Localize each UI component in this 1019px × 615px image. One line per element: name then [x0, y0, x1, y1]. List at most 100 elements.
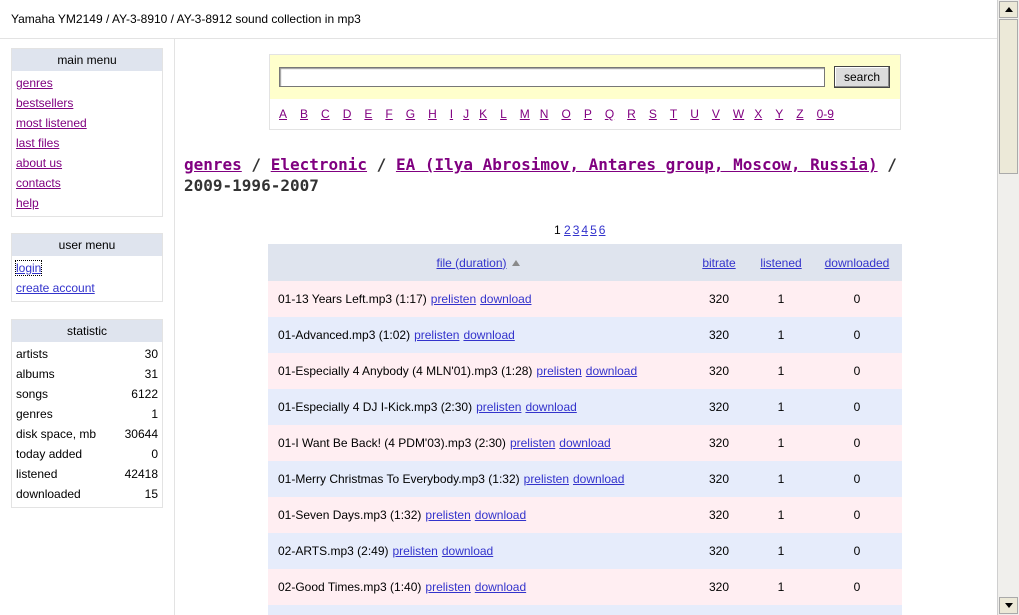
prelisten-link[interactable]: prelisten — [414, 328, 459, 342]
search-input[interactable] — [279, 67, 825, 87]
menu-item-bestsellers[interactable]: bestsellers — [16, 96, 73, 110]
sort-bitrate-link[interactable]: bitrate — [702, 256, 735, 270]
stat-row-genres: genres 1 — [12, 404, 162, 424]
page-link[interactable]: 3 — [573, 223, 580, 237]
cell-file: 02-Good Times.mp3 (1:40) prelisten downloa… — [268, 580, 688, 594]
download-link[interactable]: download — [525, 400, 576, 414]
page-link[interactable]: 6 — [599, 223, 606, 237]
letter-link[interactable]: Y — [775, 107, 783, 121]
letter-link[interactable]: F — [385, 107, 392, 121]
sort-listened-link[interactable]: listened — [760, 256, 801, 270]
download-link[interactable]: download — [586, 364, 637, 378]
menu-item-most-listened[interactable]: most listened — [16, 116, 87, 130]
letter-link[interactable]: P — [584, 107, 592, 121]
download-link[interactable]: download — [573, 472, 624, 486]
page-link[interactable]: 2 — [564, 223, 571, 237]
search-panel: search A B C D E F G H I J K L M N O P Q R S T U V W X Y Z 0-9 — [269, 54, 901, 130]
letter-link[interactable]: J — [463, 107, 469, 121]
stat-label: downloaded — [16, 487, 81, 501]
scroll-up-button[interactable] — [999, 1, 1018, 18]
prelisten-link[interactable]: prelisten — [393, 544, 438, 558]
stat-row-albums: albums 31 — [12, 364, 162, 384]
prelisten-link[interactable]: prelisten — [510, 436, 555, 450]
breadcrumb: genres / Electronic / EA (Ilya Abrosimov… — [184, 154, 904, 196]
cell-downloaded: 0 — [853, 580, 861, 594]
main-menu: main menu genres bestsellers most listen… — [11, 48, 163, 217]
download-link[interactable]: download — [559, 436, 610, 450]
download-link[interactable]: download — [463, 328, 514, 342]
table-row: 01-Especially 4 Anybody (4 MLN'01).mp3 (… — [268, 353, 902, 389]
stat-value: 0 — [151, 447, 158, 461]
statistic-box: statistic artists 30 albums 31 songs 6122 g… — [11, 319, 163, 508]
prelisten-link[interactable]: prelisten — [425, 580, 470, 594]
letter-link[interactable]: H — [428, 107, 437, 121]
page-link[interactable]: 4 — [581, 223, 588, 237]
letter-link[interactable]: M — [520, 107, 530, 121]
letter-link[interactable]: K — [479, 107, 487, 121]
cell-bitrate: 320 — [708, 400, 730, 414]
stat-row-today-added: today added 0 — [12, 444, 162, 464]
scroll-down-button[interactable] — [999, 597, 1018, 614]
download-link[interactable]: download — [480, 292, 531, 306]
letter-link[interactable]: R — [627, 107, 636, 121]
prelisten-link[interactable]: prelisten — [476, 400, 521, 414]
cell-file: 01-Advanced.mp3 (1:02) prelisten download — [268, 328, 688, 342]
login-link[interactable]: login — [14, 260, 43, 276]
letter-link[interactable]: E — [364, 107, 372, 121]
letter-link[interactable]: X — [754, 107, 762, 121]
letter-link[interactable]: W — [733, 107, 744, 121]
letter-link[interactable]: 0-9 — [817, 107, 834, 121]
user-menu: user menu login create account — [11, 233, 163, 302]
letter-link[interactable]: U — [690, 107, 699, 121]
file-name: 01-Especially 4 DJ I-Kick.mp3 (2:30) — [278, 400, 473, 414]
letter-link[interactable]: O — [561, 107, 570, 121]
breadcrumb-electronic[interactable]: Electronic — [271, 155, 367, 174]
letter-link[interactable]: V — [712, 107, 720, 121]
download-link[interactable]: download — [475, 508, 526, 522]
letter-link[interactable]: T — [670, 107, 677, 121]
letter-link[interactable]: S — [649, 107, 657, 121]
letter-link[interactable]: B — [300, 107, 308, 121]
file-name: 01-Seven Days.mp3 (1:32) — [278, 508, 422, 522]
scroll-thumb[interactable] — [999, 19, 1018, 174]
cell-listened: 1 — [777, 508, 785, 522]
prelisten-link[interactable]: prelisten — [536, 364, 581, 378]
menu-item-contacts[interactable]: contacts — [16, 176, 61, 190]
cell-downloaded: 0 — [853, 364, 861, 378]
create-account-link[interactable]: create account — [16, 281, 95, 295]
menu-item-about-us[interactable]: about us — [16, 156, 62, 170]
title-bar: Yamaha YM2149 / AY-3-8910 / AY-3-8912 so… — [0, 0, 997, 39]
breadcrumb-genres[interactable]: genres — [184, 155, 242, 174]
sort-downloaded-link[interactable]: downloaded — [825, 256, 890, 270]
letter-link[interactable]: A — [279, 107, 287, 121]
letter-link[interactable]: N — [540, 107, 549, 121]
letter-link[interactable]: Z — [796, 107, 803, 121]
prelisten-link[interactable]: prelisten — [524, 472, 569, 486]
stat-value: 30644 — [124, 427, 158, 441]
download-link[interactable]: download — [442, 544, 493, 558]
letter-link[interactable]: D — [343, 107, 352, 121]
letter-link[interactable]: Q — [605, 107, 614, 121]
stat-value: 31 — [144, 367, 158, 381]
breadcrumb-artist[interactable]: EA (Ilya Abrosimov, Antares group, Mosco… — [396, 155, 878, 174]
download-link[interactable]: download — [475, 580, 526, 594]
stat-label: listened — [16, 467, 58, 481]
letter-link[interactable]: L — [500, 107, 507, 121]
vertical-scrollbar[interactable] — [997, 0, 1019, 615]
stat-row-downloaded: downloaded 15 — [12, 484, 162, 504]
prelisten-link[interactable]: prelisten — [431, 292, 476, 306]
menu-item-genres[interactable]: genres — [16, 76, 53, 90]
page-link[interactable]: 5 — [590, 223, 597, 237]
search-button[interactable]: search — [834, 66, 890, 88]
prelisten-link[interactable]: prelisten — [425, 508, 470, 522]
table-row-partial — [268, 605, 902, 615]
search-bar: search — [270, 55, 900, 99]
menu-item-help[interactable]: help — [16, 196, 39, 210]
sort-file-link[interactable]: file (duration) — [436, 256, 506, 270]
main-content: search A B C D E F G H I J K L M N O P Q R S T U V W X Y Z 0-9 gen… — [175, 38, 997, 615]
letter-link[interactable]: C — [321, 107, 330, 121]
letter-link[interactable]: G — [406, 107, 415, 121]
menu-item-last-files[interactable]: last files — [16, 136, 59, 150]
letter-link[interactable]: I — [450, 107, 453, 121]
stat-value: 42418 — [124, 467, 158, 481]
